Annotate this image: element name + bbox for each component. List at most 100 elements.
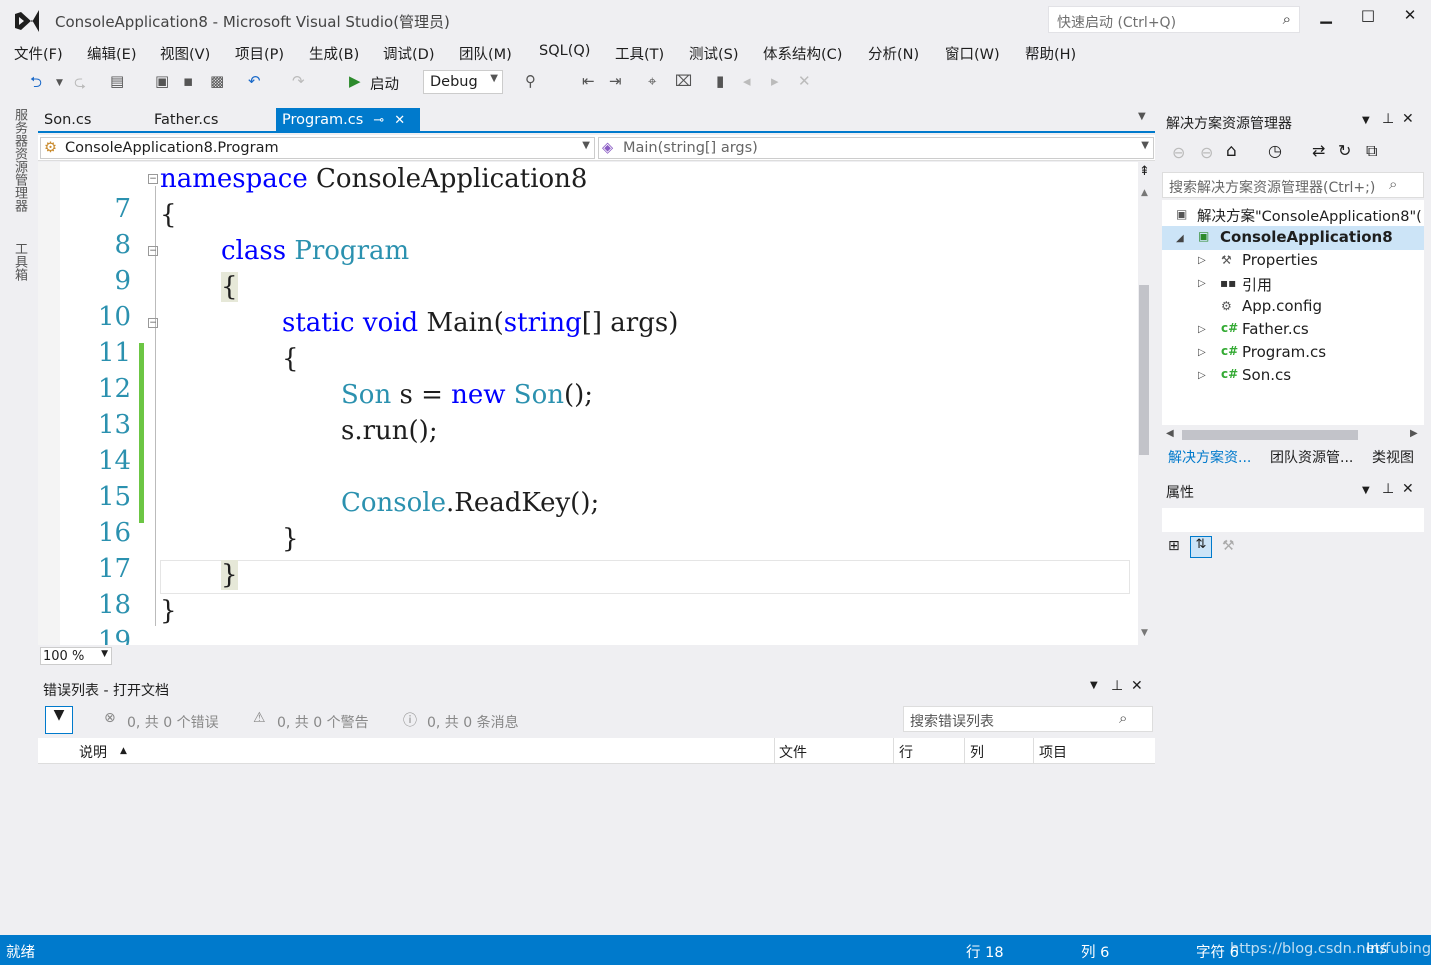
zoom-dropdown[interactable]: 100 % ▼ bbox=[40, 647, 112, 665]
close-icon[interactable]: ✕ bbox=[1402, 111, 1414, 127]
menu-test[interactable]: 测试(S) bbox=[689, 43, 739, 64]
save-icon[interactable]: ▪ bbox=[183, 72, 193, 90]
tab-son-cs[interactable]: Son.cs bbox=[38, 108, 97, 132]
expanded-arrow-icon[interactable]: ◢ bbox=[1176, 233, 1184, 244]
refresh-icon[interactable]: ↻ bbox=[1338, 141, 1351, 160]
solution-search-input[interactable]: 搜索解决方案资源管理器(Ctrl+;) ⌕ bbox=[1162, 172, 1424, 198]
tab-class-view[interactable]: 类视图 bbox=[1372, 447, 1414, 467]
minimize-button[interactable]: ▁ bbox=[1308, 6, 1344, 30]
column-project[interactable]: 项目 bbox=[1039, 742, 1067, 762]
undo-icon[interactable]: ↶ bbox=[248, 72, 261, 90]
column-col[interactable]: 列 bbox=[970, 742, 984, 762]
tree-project[interactable]: ConsoleApplication8 bbox=[1220, 228, 1393, 246]
chevron-down-icon[interactable]: ▼ bbox=[56, 78, 63, 88]
next-bookmark-icon[interactable]: ▸ bbox=[771, 72, 779, 90]
server-explorer-tab[interactable]: 服务器资源管理器 bbox=[10, 108, 29, 212]
error-search-input[interactable]: 搜索错误列表 ⌕ bbox=[903, 706, 1153, 732]
close-icon[interactable]: ✕ bbox=[1402, 481, 1414, 497]
menu-team[interactable]: 团队(M) bbox=[459, 43, 512, 64]
tree-properties[interactable]: Properties bbox=[1242, 251, 1318, 269]
back-icon[interactable]: ⮌ bbox=[30, 72, 42, 97]
menu-edit[interactable]: 编辑(E) bbox=[87, 43, 136, 64]
menu-view[interactable]: 视图(V) bbox=[160, 43, 210, 64]
history-icon[interactable]: ◷ bbox=[1268, 141, 1282, 160]
save-all-icon[interactable]: ▩ bbox=[210, 72, 224, 90]
pin-icon[interactable]: ⊥ bbox=[1382, 481, 1394, 497]
open-file-icon[interactable]: ▣ bbox=[155, 72, 169, 90]
alphabetical-icon[interactable]: ⇅ bbox=[1190, 536, 1212, 558]
chevron-down-icon[interactable]: ▼ bbox=[1090, 680, 1098, 691]
pin-icon[interactable]: ⊥ bbox=[1111, 678, 1123, 694]
play-icon[interactable]: ▶ bbox=[349, 72, 361, 90]
tree-program-cs[interactable]: Program.cs bbox=[1242, 343, 1326, 361]
tab-solution-explorer[interactable]: 解决方案资... bbox=[1168, 447, 1251, 467]
tab-program-cs[interactable]: Program.cs ⊸ ✕ bbox=[276, 108, 420, 132]
tree-references[interactable]: 引用 bbox=[1242, 274, 1272, 295]
tab-father-cs[interactable]: Father.cs bbox=[148, 108, 224, 132]
home-icon[interactable]: ⌂ bbox=[1226, 141, 1237, 161]
member-dropdown[interactable]: ◈ Main(string[] args) ▼ bbox=[598, 137, 1154, 159]
redo-icon[interactable]: ↷ bbox=[292, 72, 305, 90]
tab-team-explorer[interactable]: 团队资源管... bbox=[1270, 447, 1353, 467]
menu-analyze[interactable]: 分析(N) bbox=[868, 43, 919, 64]
close-tab-icon[interactable]: ✕ bbox=[394, 113, 405, 128]
properties-object-selector[interactable] bbox=[1162, 508, 1424, 532]
start-button[interactable]: 启动 bbox=[370, 73, 399, 94]
tree-scroll-thumb[interactable] bbox=[1182, 430, 1358, 440]
new-project-icon[interactable]: ▤ bbox=[110, 72, 124, 90]
config-dropdown[interactable]: Debug ▼ bbox=[423, 70, 503, 94]
collapsed-arrow-icon[interactable]: ▷ bbox=[1198, 255, 1206, 266]
uncomment-icon[interactable]: ⌧ bbox=[675, 72, 692, 90]
menu-debug[interactable]: 调试(D) bbox=[383, 43, 434, 64]
split-editor-icon[interactable]: ⇞ bbox=[1139, 164, 1150, 179]
tree-son-cs[interactable]: Son.cs bbox=[1242, 366, 1291, 384]
menu-file[interactable]: 文件(F) bbox=[14, 43, 63, 64]
maximize-button[interactable]: □ bbox=[1350, 6, 1386, 30]
categorized-icon[interactable]: ⊞ bbox=[1168, 538, 1180, 554]
close-icon[interactable]: ✕ bbox=[1131, 678, 1143, 694]
menu-project[interactable]: 项目(P) bbox=[235, 43, 284, 64]
find-in-files-icon[interactable]: ⚲ bbox=[525, 72, 536, 90]
collapsed-arrow-icon[interactable]: ▷ bbox=[1198, 278, 1206, 289]
column-description[interactable]: 说明 bbox=[79, 742, 107, 762]
chevron-down-icon[interactable]: ▼ bbox=[1362, 115, 1370, 126]
forward-icon[interactable]: ⊖ bbox=[1200, 143, 1213, 162]
tree-solution[interactable]: 解决方案"ConsoleApplication8"( bbox=[1197, 205, 1422, 226]
pin-icon[interactable]: ⊥ bbox=[1382, 111, 1394, 127]
scroll-thumb[interactable] bbox=[1139, 285, 1149, 455]
indent-icon[interactable]: ⇤ bbox=[582, 72, 595, 90]
collapse-icon[interactable]: − bbox=[148, 246, 158, 256]
quick-launch-input[interactable]: 快速启动 (Ctrl+Q) ⌕ bbox=[1048, 6, 1300, 33]
outdent-icon[interactable]: ⇥ bbox=[609, 72, 622, 90]
collapsed-arrow-icon[interactable]: ▷ bbox=[1198, 347, 1206, 358]
messages-filter[interactable]: 0, 共 0 条消息 bbox=[427, 712, 519, 732]
chevron-down-icon[interactable]: ▼ bbox=[1362, 485, 1370, 496]
property-pages-icon[interactable]: ⚒ bbox=[1222, 538, 1235, 554]
back-icon[interactable]: ⊖ bbox=[1172, 143, 1185, 162]
scroll-right-icon[interactable]: ▶ bbox=[1410, 428, 1418, 439]
forward-icon[interactable]: ⮎ bbox=[74, 72, 86, 97]
prev-bookmark-icon[interactable]: ◂ bbox=[743, 72, 751, 90]
scroll-down-icon[interactable]: ▼ bbox=[1141, 628, 1148, 638]
menu-sql[interactable]: SQL(Q) bbox=[539, 43, 590, 59]
collapse-icon[interactable]: − bbox=[148, 174, 158, 184]
collapse-icon[interactable]: − bbox=[148, 318, 158, 328]
type-dropdown[interactable]: ⚙ ConsoleApplication8.Program ▼ bbox=[40, 137, 595, 159]
menu-window[interactable]: 窗口(W) bbox=[945, 43, 1000, 64]
tree-father-cs[interactable]: Father.cs bbox=[1242, 320, 1309, 338]
collapsed-arrow-icon[interactable]: ▷ bbox=[1198, 324, 1206, 335]
menu-help[interactable]: 帮助(H) bbox=[1025, 43, 1076, 64]
toolbox-tab[interactable]: 工具箱 bbox=[10, 242, 29, 281]
column-line[interactable]: 行 bbox=[899, 742, 913, 762]
menu-tools[interactable]: 工具(T) bbox=[615, 43, 664, 64]
bookmark-icon[interactable]: ▮ bbox=[716, 72, 724, 90]
comment-icon[interactable]: ⌖ bbox=[648, 72, 656, 90]
clear-bookmarks-icon[interactable]: ✕ bbox=[798, 72, 811, 90]
filter-icon[interactable]: ▼ bbox=[45, 706, 73, 734]
scroll-up-icon[interactable]: ▲ bbox=[1141, 188, 1148, 198]
menu-build[interactable]: 生成(B) bbox=[309, 43, 359, 64]
errors-filter[interactable]: 0, 共 0 个错误 bbox=[127, 712, 219, 732]
collapse-all-icon[interactable]: ⧉ bbox=[1366, 141, 1377, 161]
tab-overflow-icon[interactable]: ▼ bbox=[1138, 111, 1146, 122]
collapsed-arrow-icon[interactable]: ▷ bbox=[1198, 370, 1206, 381]
